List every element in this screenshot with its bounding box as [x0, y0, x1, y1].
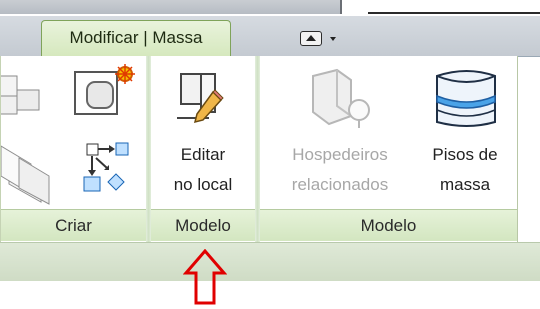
place-mass-icon[interactable]: [74, 64, 135, 115]
ribbon-tab-row: Modificar | Massa: [0, 16, 540, 57]
panel-title-modelo-2: Modelo: [260, 209, 517, 241]
pencil-edit-icon: [177, 73, 224, 124]
status-bar: [0, 242, 540, 281]
edit-in-place-button[interactable]: Editar no local: [153, 58, 253, 208]
ribbon-panels: Editar no local Hospedeiros relacionados…: [0, 56, 518, 242]
model-by-face-icon[interactable]: [83, 142, 129, 192]
button-label-line1: Editar: [180, 145, 226, 164]
divider: [368, 12, 540, 14]
quick-access-dropdown[interactable]: [300, 29, 350, 51]
wall-panels-icon[interactable]: [1, 145, 50, 205]
button-label-line2: massa: [439, 175, 491, 194]
related-hosts-button[interactable]: Hospedeiros relacionados: [265, 58, 415, 208]
create-tools-icons: [1, 64, 135, 205]
mass-floors-icon: [436, 70, 496, 127]
panel-title-criar: Criar: [1, 209, 146, 241]
cube-icon[interactable]: [1, 75, 40, 115]
button-label-line1: Hospedeiros: [292, 145, 388, 164]
panel-title-modelo: Modelo: [151, 209, 255, 241]
red-up-arrow-annotation: [183, 249, 227, 305]
button-label-line2: no local: [173, 175, 233, 194]
hosts-icon: [312, 68, 370, 128]
chevron-down-icon: [330, 37, 336, 41]
button-label-line2: relacionados: [291, 175, 389, 194]
dropdown-arrow-icon: [300, 31, 322, 46]
tab-modificar-massa[interactable]: Modificar | Massa: [41, 20, 231, 57]
mass-floors-button[interactable]: Pisos de massa: [415, 58, 515, 208]
button-label-line1: Pisos de: [432, 145, 498, 164]
divider: [340, 0, 342, 14]
title-bar-fragment: [0, 0, 340, 14]
